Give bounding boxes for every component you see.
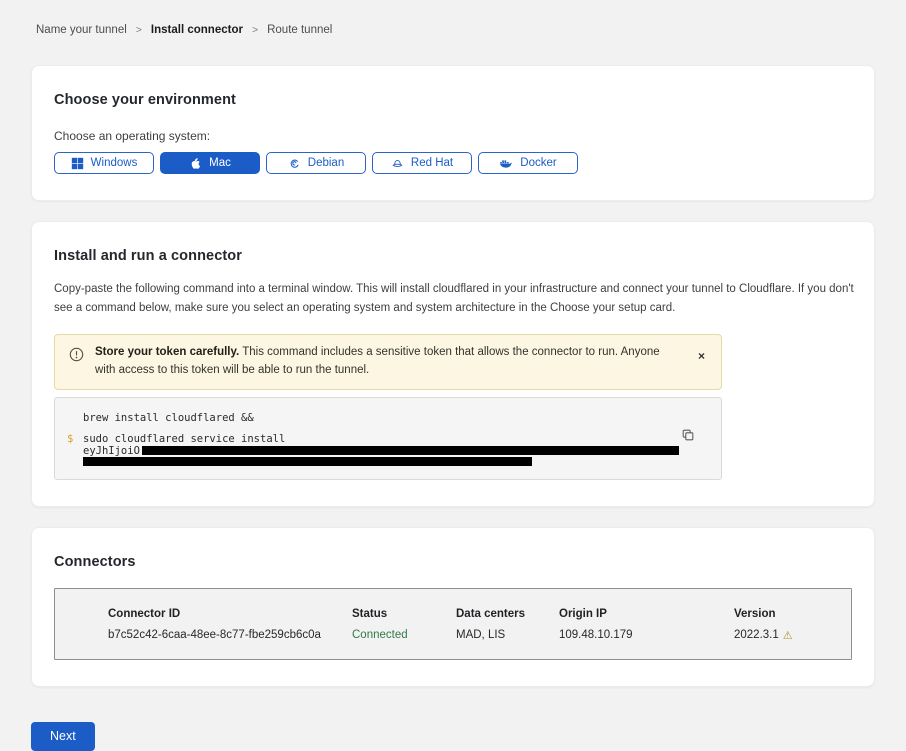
os-button-windows[interactable]: Windows: [54, 152, 154, 174]
warning-text: Store your token carefully. This command…: [95, 344, 663, 380]
breadcrumb-install-connector[interactable]: Install connector: [151, 24, 243, 36]
os-button-mac[interactable]: Mac: [160, 152, 260, 174]
os-button-label: Red Hat: [411, 157, 453, 169]
redacted-token-bar: [83, 457, 532, 466]
breadcrumb-name-your-tunnel[interactable]: Name your tunnel: [36, 24, 127, 36]
install-card-title: Install and run a connector: [54, 248, 852, 264]
close-icon[interactable]: ×: [698, 350, 705, 362]
col-connector-id: Connector ID: [108, 608, 352, 620]
version-warning-icon[interactable]: ⚠: [783, 629, 793, 642]
environment-card-title: Choose your environment: [54, 92, 852, 108]
next-button[interactable]: Next: [31, 722, 95, 751]
os-button-label: Mac: [209, 157, 231, 169]
version-value: 2022.3.1 ⚠: [734, 629, 851, 642]
connectors-table: Connector ID Status Data centers Origin …: [54, 588, 852, 660]
table-row: b7c52c42-6caa-48ee-8c77-fbe259cb6c0a Con…: [108, 629, 851, 642]
origin-ip-value: 109.48.10.179: [559, 629, 734, 641]
col-status: Status: [352, 608, 456, 620]
windows-icon: [71, 157, 84, 170]
data-centers-value: MAD, LIS: [456, 629, 559, 641]
token-prefix: eyJhIjoiO: [83, 445, 140, 457]
col-version: Version: [734, 608, 851, 620]
connectors-card-title: Connectors: [54, 554, 852, 570]
connectors-card: Connectors Connector ID Status Data cent…: [31, 527, 875, 687]
connector-id-value: b7c52c42-6caa-48ee-8c77-fbe259cb6c0a: [108, 629, 352, 641]
os-button-label: Windows: [91, 157, 138, 169]
apple-icon: [189, 156, 202, 170]
shell-prompt: $: [67, 434, 73, 445]
table-header-row: Connector ID Status Data centers Origin …: [108, 608, 851, 620]
code-line-sudo: $sudo cloudflared service install: [83, 434, 693, 445]
os-button-label: Docker: [520, 157, 556, 169]
redhat-icon: [391, 157, 404, 170]
os-button-debian[interactable]: Debian: [266, 152, 366, 174]
copy-icon[interactable]: [681, 428, 695, 445]
breadcrumb-route-tunnel[interactable]: Route tunnel: [267, 24, 332, 36]
os-button-redhat[interactable]: Red Hat: [372, 152, 472, 174]
breadcrumb: Name your tunnel > Install connector > R…: [31, 0, 875, 36]
os-button-docker[interactable]: Docker: [478, 152, 578, 174]
alert-circle-icon: [69, 347, 84, 367]
code-text: sudo cloudflared service install: [83, 433, 285, 445]
environment-card: Choose your environment Choose an operat…: [31, 65, 875, 201]
warning-title: Store your token carefully.: [95, 346, 239, 358]
version-number: 2022.3.1: [734, 629, 779, 641]
code-text: brew install cloudflared &&: [83, 412, 254, 424]
status-badge: Connected: [352, 629, 456, 641]
redacted-token-bar: [142, 446, 679, 455]
docker-icon: [499, 157, 513, 170]
install-command-block: brew install cloudflared && $sudo cloudf…: [54, 397, 722, 480]
install-description: Copy-paste the following command into a …: [54, 280, 854, 318]
os-select-label: Choose an operating system:: [54, 129, 852, 143]
page: Name your tunnel > Install connector > R…: [31, 0, 875, 751]
col-origin-ip: Origin IP: [559, 608, 734, 620]
os-button-group: Windows Mac Debian Red Hat: [54, 152, 852, 174]
os-button-label: Debian: [308, 157, 344, 169]
debian-icon: [288, 157, 301, 170]
install-connector-card: Install and run a connector Copy-paste t…: [31, 221, 875, 507]
code-line-token: eyJhIjoiO: [83, 446, 693, 456]
token-warning-banner: Store your token carefully. This command…: [54, 334, 722, 390]
code-line-brew: brew install cloudflared &&: [83, 413, 693, 424]
col-data-centers: Data centers: [456, 608, 559, 620]
breadcrumb-separator: >: [136, 24, 142, 36]
breadcrumb-separator: >: [252, 24, 258, 36]
